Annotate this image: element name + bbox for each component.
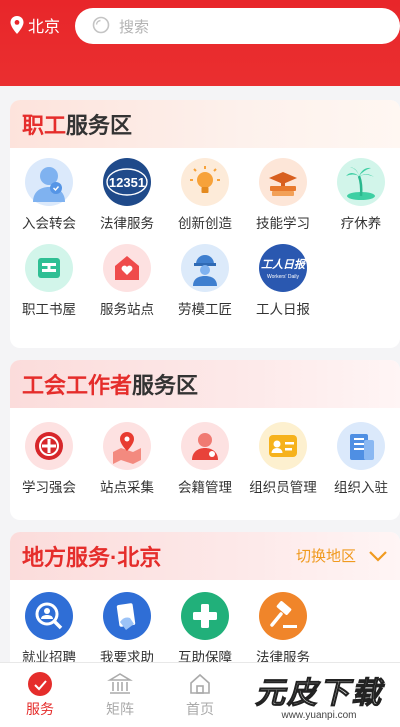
local-section-title: 地方服务·北京 切换地区 xyxy=(10,532,400,580)
switch-region-button[interactable]: 切换地区 xyxy=(296,545,388,566)
top-header: 北京 搜索 xyxy=(0,0,400,86)
service-item-library[interactable]: 职工书屋 xyxy=(10,244,88,318)
svg-text:12351: 12351 xyxy=(109,175,145,190)
svg-text:工人日报: 工人日报 xyxy=(261,258,307,271)
service-item-site-collection[interactable]: 站点采集 xyxy=(88,422,166,496)
city-label: 北京 xyxy=(28,19,61,36)
service-item-workers-daily[interactable]: 工人日报 Workers' Daily 工人日报 xyxy=(244,244,322,318)
bank-icon xyxy=(107,673,133,694)
newspaper-logo-icon: 工人日报 Workers' Daily xyxy=(259,244,307,292)
city-selector[interactable]: 北京 xyxy=(10,13,60,37)
search-bar[interactable]: 搜索 xyxy=(75,8,400,44)
service-item-service-station[interactable]: 服务站点 xyxy=(88,244,166,318)
local-service-grid: 就业招聘 我要求助 互助保障 法律服务 xyxy=(10,580,400,672)
id-card-icon xyxy=(259,422,307,470)
service-item-organization-join[interactable]: 组织入驻 xyxy=(322,422,400,496)
svg-text:Workers' Daily: Workers' Daily xyxy=(267,274,299,280)
service-item-membership[interactable]: 会籍管理 xyxy=(166,422,244,496)
service-item-model-workers[interactable]: 劳模工匠 xyxy=(166,244,244,318)
union-worker-service-card: 工会工作者 服务区 学习强会 站点采集 会籍管理 组织员管理 组织入驻 xyxy=(10,360,400,520)
map-pin-icon xyxy=(103,422,151,470)
hotline-12351-icon: 12351 xyxy=(103,158,151,206)
tab-home[interactable]: 首页 xyxy=(160,663,240,727)
service-item-innovation[interactable]: 创新创造 xyxy=(166,158,244,232)
service-item-study[interactable]: 学习强会 xyxy=(10,422,88,496)
local-service-card: 地方服务·北京 切换地区 就业招聘 我要求助 互助保障 法律服务 xyxy=(10,532,400,672)
service-item-mutual-aid[interactable]: 互助保障 xyxy=(166,592,244,666)
union-service-grid: 学习强会 站点采集 会籍管理 组织员管理 组织入驻 xyxy=(10,408,400,508)
tab-service[interactable]: 服务 xyxy=(0,663,80,727)
worker-service-grid: 入会转会 12351 法律服务 创新创造 技能学习 疗休养 职工书屋 服务站点 … xyxy=(10,148,400,330)
service-item-skill-learning[interactable]: 技能学习 xyxy=(244,158,322,232)
location-pin-icon xyxy=(10,16,24,34)
union-section-title: 工会工作者 服务区 xyxy=(10,360,400,408)
worker-helmet-icon xyxy=(181,244,229,292)
union-emblem-icon xyxy=(25,422,73,470)
service-item-legal[interactable]: 12351 法律服务 xyxy=(88,158,166,232)
service-item-join-union[interactable]: 入会转会 xyxy=(10,158,88,232)
search-person-icon xyxy=(25,592,73,640)
library-icon xyxy=(25,244,73,292)
chevron-down-icon xyxy=(369,550,387,562)
service-item-legal-local[interactable]: 法律服务 xyxy=(244,592,322,666)
service-item-job-recruitment[interactable]: 就业招聘 xyxy=(10,592,88,666)
site-watermark: 元皮下载 www.yuanpi.com xyxy=(255,677,383,722)
search-input[interactable]: 搜索 xyxy=(119,16,149,37)
palm-island-icon xyxy=(337,158,385,206)
service-item-recuperation[interactable]: 疗休养 xyxy=(322,158,400,232)
home-icon xyxy=(190,673,210,694)
medical-cross-icon xyxy=(181,592,229,640)
service-item-organizer-management[interactable]: 组织员管理 xyxy=(244,422,322,496)
heart-house-icon xyxy=(103,244,151,292)
books-icon xyxy=(259,158,307,206)
help-hand-icon xyxy=(103,592,151,640)
lightbulb-icon xyxy=(181,158,229,206)
search-icon xyxy=(92,16,110,34)
service-item-request-help[interactable]: 我要求助 xyxy=(88,592,166,666)
person-badge-icon xyxy=(25,158,73,206)
worker-section-title: 职工 服务区 xyxy=(10,100,400,148)
member-icon xyxy=(181,422,229,470)
tab-matrix[interactable]: 矩阵 xyxy=(80,663,160,727)
service-tab-icon xyxy=(28,672,52,696)
building-icon xyxy=(337,422,385,470)
gavel-icon xyxy=(259,592,307,640)
worker-service-card: 职工 服务区 入会转会 12351 法律服务 创新创造 技能学习 疗休养 职工书… xyxy=(10,100,400,348)
